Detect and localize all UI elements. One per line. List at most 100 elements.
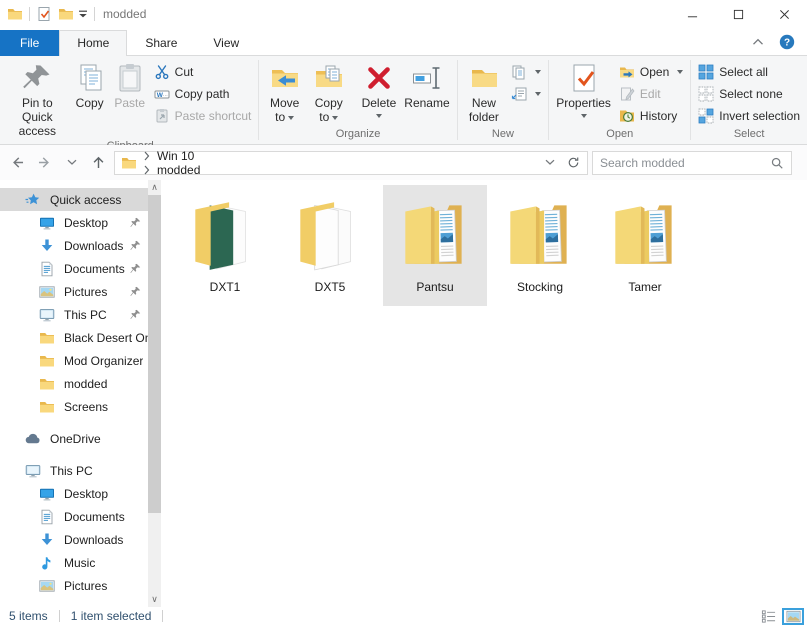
sidebar-item[interactable]: OneDrive	[0, 427, 148, 450]
tab-view[interactable]: View	[195, 30, 257, 56]
refresh-button[interactable]	[561, 152, 585, 174]
thispc-icon	[25, 463, 41, 479]
edit-button[interactable]: Edit	[615, 83, 687, 105]
scrollbar-thumb[interactable]	[148, 195, 161, 513]
new-folder-button[interactable]: New folder	[461, 60, 508, 127]
documents-icon	[39, 509, 55, 525]
dropdown-caret-icon	[332, 116, 338, 120]
copy-button[interactable]: Copy	[70, 60, 110, 113]
up-button[interactable]	[85, 151, 112, 175]
history-button[interactable]: History	[615, 105, 687, 127]
minimize-icon	[687, 9, 698, 20]
maximize-button[interactable]	[715, 0, 761, 28]
forward-icon	[36, 154, 53, 171]
star-icon	[25, 192, 41, 208]
folder-tile[interactable]: DXT1	[173, 185, 277, 306]
move-to-button[interactable]: Move to	[262, 60, 307, 127]
collapse-ribbon-icon[interactable]	[752, 38, 764, 46]
sidebar-item[interactable]: Desktop	[0, 482, 148, 505]
delete-button[interactable]: Delete	[358, 60, 401, 120]
search-box[interactable]	[592, 151, 792, 175]
dropdown-caret-icon	[535, 70, 541, 74]
customize-toolbar-icon[interactable]	[78, 10, 88, 19]
chevron-right-icon	[144, 151, 150, 161]
divider	[29, 7, 30, 21]
new-item-button[interactable]	[507, 61, 545, 83]
details-view-button[interactable]	[757, 608, 779, 625]
folder-docs-icon	[497, 188, 583, 278]
sidebar-item[interactable]: Downloads	[0, 234, 148, 257]
folder-docs-icon	[392, 188, 478, 278]
desktop-icon	[39, 215, 55, 231]
sidebar-item[interactable]: Documents	[0, 257, 148, 280]
group-label-organize: Organize	[259, 128, 456, 144]
tab-share[interactable]: Share	[127, 30, 195, 56]
folder-tile[interactable]: Stocking	[488, 185, 592, 306]
sidebar-item[interactable]: modded	[0, 372, 148, 395]
tab-file[interactable]: File	[0, 30, 59, 56]
address-bar[interactable]: Win 10 modded	[114, 151, 588, 175]
sidebar-item[interactable]: Downloads	[0, 528, 148, 551]
paste-button[interactable]: Paste	[110, 60, 150, 113]
cut-button[interactable]: Cut	[150, 61, 256, 83]
recent-locations-button[interactable]	[58, 151, 85, 175]
invert-selection-button[interactable]: Invert selection	[694, 105, 804, 127]
dropdown-caret-icon	[677, 70, 683, 74]
rename-button[interactable]: Rename	[400, 60, 453, 113]
history-icon	[619, 108, 635, 124]
sidebar-item[interactable]: Mod Organizer	[0, 349, 148, 372]
open-button[interactable]: Open	[615, 61, 687, 83]
dropdown-caret-icon	[376, 114, 382, 118]
sidebar-item[interactable]: Pictures	[0, 280, 148, 303]
address-dropdown-button[interactable]	[539, 152, 561, 174]
new-folder-icon[interactable]	[58, 6, 74, 22]
back-button[interactable]	[4, 151, 31, 175]
select-all-button[interactable]: Select all	[694, 61, 804, 83]
scroll-up-icon[interactable]: ∧	[151, 180, 158, 195]
ribbon-controls: ?	[752, 34, 807, 56]
easy-access-button[interactable]	[507, 83, 545, 105]
documents-icon	[39, 261, 55, 277]
copy-icon	[74, 62, 106, 94]
refresh-icon	[567, 156, 580, 169]
sidebar-item[interactable]: Screens	[0, 395, 148, 418]
search-icon[interactable]	[770, 156, 784, 170]
forward-button[interactable]	[31, 151, 58, 175]
sidebar-item[interactable]: Quick access	[0, 188, 148, 211]
breadcrumb-item[interactable]: Win 10	[137, 149, 200, 163]
group-clipboard: Pin to Quick access Copy Paste Cut	[2, 56, 258, 144]
desktop-icon	[39, 486, 55, 502]
sidebar-item[interactable]: This PC	[0, 459, 148, 482]
breadcrumb-item[interactable]: modded	[137, 163, 200, 177]
group-label-new: New	[458, 128, 549, 144]
cut-icon	[154, 64, 170, 80]
sidebar-item[interactable]: Music	[0, 551, 148, 574]
paste-shortcut-button[interactable]: Paste shortcut	[150, 105, 256, 127]
thumbnails-view-button[interactable]	[782, 608, 804, 625]
downloads-icon	[39, 238, 55, 254]
pin-icon	[130, 286, 141, 297]
properties-icon[interactable]	[36, 6, 52, 22]
sidebar-item[interactable]: Black Desert Onl	[0, 326, 148, 349]
folder-tile[interactable]: Pantsu	[383, 185, 487, 306]
divider	[162, 610, 163, 622]
sidebar-item[interactable]: Pictures	[0, 574, 148, 597]
properties-button[interactable]: Properties	[552, 60, 615, 120]
search-input[interactable]	[600, 156, 770, 170]
sidebar-item[interactable]: Documents	[0, 505, 148, 528]
select-all-icon	[698, 64, 714, 80]
minimize-button[interactable]	[669, 0, 715, 28]
sidebar-item[interactable]: This PC	[0, 303, 148, 326]
help-icon[interactable]: ?	[779, 34, 795, 50]
sidebar-item[interactable]: Desktop	[0, 211, 148, 234]
select-none-button[interactable]: Select none	[694, 83, 804, 105]
scroll-down-icon[interactable]: ∨	[151, 592, 158, 607]
copy-path-button[interactable]: W... Copy path	[150, 83, 256, 105]
folder-tile[interactable]: Tamer	[593, 185, 697, 306]
tab-home[interactable]: Home	[59, 30, 127, 56]
folder-tile[interactable]: DXT5	[278, 185, 382, 306]
pin-to-quick-access-button[interactable]: Pin to Quick access	[5, 60, 70, 140]
sidebar-scrollbar[interactable]: ∧ ∨	[148, 180, 161, 607]
copy-to-button[interactable]: Copy to	[307, 60, 351, 127]
close-button[interactable]	[761, 0, 807, 28]
